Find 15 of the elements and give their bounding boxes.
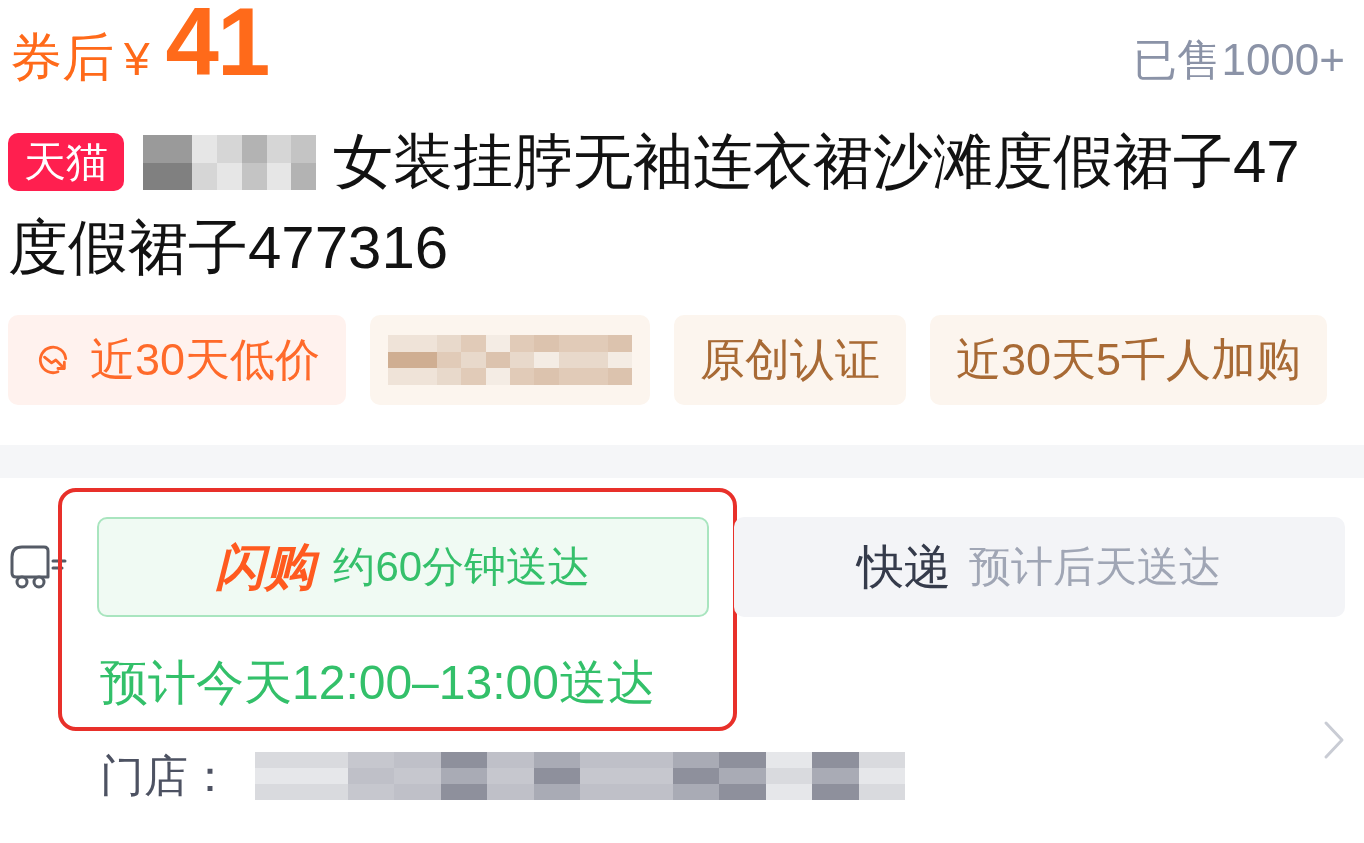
currency-symbol: ¥ (124, 36, 150, 82)
product-title: 度假裙子477316 (8, 213, 449, 283)
chevron-right-icon (1323, 720, 1345, 760)
feature-tag: 原创认证 (674, 315, 907, 405)
price-amount: 41 (165, 0, 269, 84)
trend-down-icon (36, 343, 70, 377)
tag-label: 近30天低价 (90, 333, 321, 387)
delivery-estimate: 预计今天12:00–13:00送达 (99, 655, 655, 711)
store-label: 门店： (100, 751, 232, 801)
delivery-option[interactable]: 快递 预计后天送达 (733, 517, 1345, 617)
sold-count: 已售1000+ (1133, 38, 1345, 82)
price-label: 券后 (10, 31, 114, 83)
product-title: 女装挂脖无袖连衣裙沙滩度假裙子47 (333, 127, 1300, 197)
store-badge: 天猫 (8, 133, 124, 191)
feature-tag: 近30天5千人加购 (930, 315, 1328, 405)
